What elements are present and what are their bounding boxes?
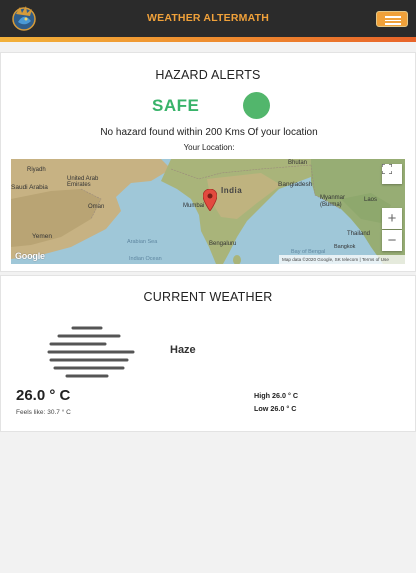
location-label: Your Location: bbox=[183, 143, 235, 152]
weather-title: CURRENT WEATHER bbox=[143, 290, 273, 304]
navbar: WEATHER ALTERMATH bbox=[0, 0, 416, 37]
high-temperature: High 26.0 ° C bbox=[254, 391, 298, 400]
map-label-thailand: Thailand bbox=[347, 231, 371, 237]
map-label-india: India bbox=[221, 186, 243, 195]
hazard-status: SAFE bbox=[152, 96, 200, 115]
location-map[interactable]: Riyadh United Arab Emirates Saudi Arabia… bbox=[11, 159, 405, 264]
feels-like: Feels like: 30.7 ° C bbox=[16, 409, 71, 416]
map-label-uae: United Arab Emirates bbox=[67, 176, 99, 188]
zoom-out-button[interactable]: − bbox=[382, 230, 402, 251]
weather-condition: Haze bbox=[170, 344, 196, 356]
low-temperature: Low 26.0 ° C bbox=[254, 404, 296, 413]
low-label: Low bbox=[254, 404, 269, 413]
feels-like-value: 30.7 ° C bbox=[47, 409, 71, 416]
map-label-laos: Laos bbox=[364, 197, 378, 203]
haze-icon bbox=[45, 324, 137, 382]
google-logo[interactable]: Google bbox=[15, 251, 45, 261]
navbar-accent-stripe bbox=[0, 37, 416, 42]
map-label-saudi-arabia: Saudi Arabia bbox=[11, 184, 48, 191]
hazard-title: HAZARD ALERTS bbox=[155, 68, 261, 82]
status-indicator-dot bbox=[243, 92, 270, 119]
map-label-arabian-sea: Arabian Sea bbox=[127, 239, 158, 245]
current-temperature: 26.0 ° C bbox=[16, 387, 71, 404]
map-attribution[interactable]: Map data ©2020 Google, SK telecom | Term… bbox=[279, 255, 405, 264]
hazard-alerts-card: HAZARD ALERTS SAFE No hazard found withi… bbox=[0, 52, 416, 272]
high-value: 26.0 ° C bbox=[271, 391, 299, 400]
current-weather-card: CURRENT WEATHER Haze 26.0 ° C Feels like… bbox=[0, 275, 416, 432]
map-label-mumbai: Mumbai bbox=[183, 203, 205, 209]
high-label: High bbox=[254, 391, 270, 400]
map-label-oman: Oman bbox=[88, 204, 105, 210]
fullscreen-button[interactable] bbox=[382, 164, 402, 184]
map-label-riyadh: Riyadh bbox=[27, 167, 46, 173]
app-title[interactable]: WEATHER ALTERMATH bbox=[0, 12, 416, 24]
zoom-in-button[interactable]: + bbox=[382, 208, 402, 229]
map-label-bangkok: Bangkok bbox=[334, 244, 356, 250]
map-label-yemen: Yemen bbox=[32, 233, 52, 240]
menu-toggle-button[interactable] bbox=[376, 11, 408, 27]
map-label-bangladesh: Bangladesh bbox=[278, 181, 313, 188]
map-label-bengaluru: Bengaluru bbox=[209, 241, 237, 247]
map-label-bhutan: Bhutan bbox=[288, 160, 308, 166]
map-label-myanmar: Myanmar (Burma) bbox=[320, 195, 346, 208]
feels-like-label: Feels like: bbox=[16, 409, 46, 416]
low-value: 26.0 ° C bbox=[270, 404, 297, 413]
hazard-message: No hazard found within 200 Kms Of your l… bbox=[100, 127, 318, 138]
map-label-indian-ocean: Indian Ocean bbox=[129, 256, 162, 262]
